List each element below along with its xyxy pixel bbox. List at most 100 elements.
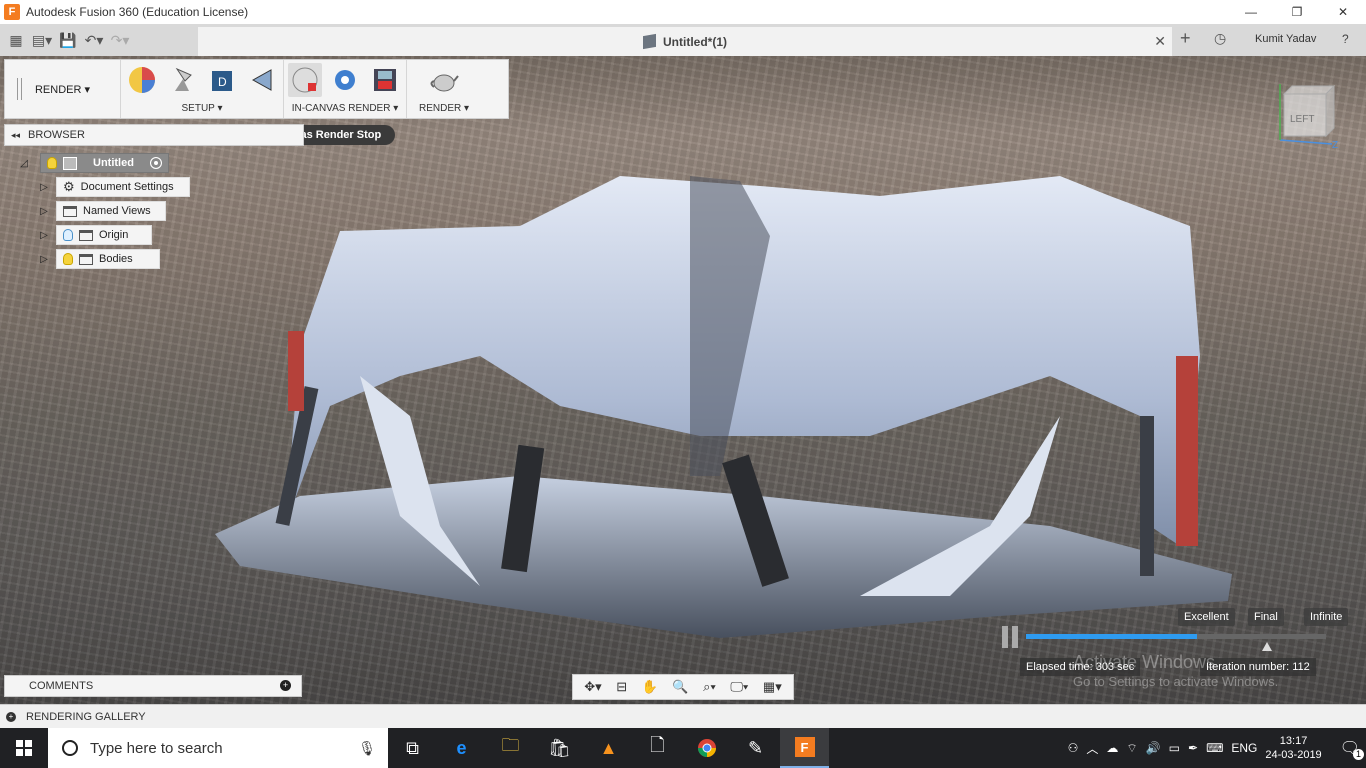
activate-radio-icon[interactable] — [149, 157, 162, 169]
folder-icon — [63, 205, 77, 217]
quality-final[interactable]: Final — [1248, 608, 1284, 626]
root-component[interactable]: Untitled — [40, 153, 169, 173]
clock-time: 13:17 — [1279, 735, 1308, 747]
document-tabbar: ▦ ▤▾ 💾 ↶▾ ↷▾ Untitled*(1) ✕ + ◷ Kumit Ya… — [0, 24, 1366, 56]
new-tab-button[interactable]: + — [1180, 28, 1191, 49]
tree-item-named-views: ▷ Named Views — [38, 201, 166, 221]
task-view-icon[interactable]: ⧉ — [388, 728, 437, 768]
quality-slider-handle[interactable] — [1262, 642, 1272, 651]
fusion360-taskbar-icon[interactable]: F — [780, 728, 829, 768]
display-settings-icon[interactable]: 🖵▾ — [730, 679, 748, 695]
setup-menu[interactable]: SETUP ▾ — [121, 100, 283, 118]
expand-gallery-icon[interactable]: + — [6, 711, 16, 722]
capture-image-icon[interactable] — [368, 63, 402, 97]
visibility-bulb-icon[interactable] — [63, 253, 73, 265]
tree-item-document-settings: ▷ ⚙ Document Settings — [38, 177, 190, 197]
keyboard-icon[interactable]: ⌨ — [1206, 741, 1223, 755]
store-icon[interactable]: 🛍 — [535, 728, 584, 768]
support-pillar — [1140, 416, 1154, 576]
close-window-button[interactable]: ✕ — [1320, 0, 1366, 24]
edge-browser-icon[interactable]: e — [437, 728, 486, 768]
expand-triangle-icon[interactable]: ▷ — [38, 230, 50, 241]
watermark-line2: Go to Settings to activate Windows. — [1073, 674, 1279, 689]
people-icon[interactable]: ⚇ — [1068, 741, 1079, 755]
tree-item-label: Origin — [99, 229, 129, 241]
close-tab-icon[interactable]: ✕ — [1154, 33, 1166, 50]
expand-triangle-icon[interactable]: ▷ — [38, 182, 50, 193]
tree-item-label: Bodies — [99, 253, 133, 265]
pencil-app-icon[interactable]: ✎ — [731, 728, 780, 768]
vlc-icon[interactable]: ▲ — [584, 728, 633, 768]
visibility-bulb-icon[interactable] — [63, 229, 73, 241]
maximize-button[interactable]: ❐ — [1274, 0, 1320, 24]
volume-icon[interactable]: 🔊 — [1146, 741, 1161, 755]
grid-settings-icon[interactable]: ▦▾ — [763, 679, 782, 695]
visibility-bulb-icon[interactable] — [47, 157, 57, 169]
scene-settings-lamp-icon[interactable] — [165, 63, 199, 97]
render-group: RENDER ▾ — [407, 60, 481, 118]
bodies-node[interactable]: Bodies — [56, 249, 160, 269]
battery-icon[interactable]: ▭ — [1169, 741, 1180, 755]
undo-icon[interactable]: ↶▾ — [81, 27, 107, 53]
quality-infinite[interactable]: Infinite — [1304, 608, 1349, 626]
expand-triangle-icon[interactable]: ▷ — [38, 206, 50, 217]
chrome-icon[interactable] — [682, 728, 731, 768]
quality-excellent[interactable]: Excellent — [1178, 608, 1235, 626]
pen-icon[interactable]: ✒ — [1188, 741, 1198, 755]
appearance-icon[interactable] — [125, 63, 159, 97]
texture-map-icon[interactable] — [245, 63, 279, 97]
job-status-clock-icon[interactable]: ◷ — [1214, 30, 1226, 47]
show-hidden-icons-chevron-icon[interactable]: ︿ — [1086, 740, 1098, 757]
render-teapot-icon[interactable] — [427, 63, 461, 97]
microphone-icon[interactable]: 🎙 — [358, 740, 376, 757]
save-icon[interactable]: 💾 — [55, 27, 81, 53]
pan-hand-icon[interactable]: ✋ — [642, 679, 658, 695]
in-canvas-render-stop-icon[interactable] — [288, 63, 322, 97]
pause-render-button[interactable] — [1002, 626, 1020, 648]
language-indicator[interactable]: ENG — [1231, 741, 1257, 755]
comments-label: COMMENTS — [29, 680, 94, 692]
tree-item-label: Named Views — [83, 205, 151, 217]
user-account[interactable]: Kumit Yadav — [1255, 33, 1316, 45]
expand-triangle-icon[interactable]: ▷ — [38, 254, 50, 265]
clock[interactable]: 13:17 24-03-2019 — [1265, 734, 1321, 762]
collapse-browser-icon[interactable]: ◂◂ — [11, 130, 20, 141]
minimize-button[interactable]: — — [1228, 0, 1274, 24]
collapse-triangle-icon[interactable]: ◿ — [18, 158, 30, 169]
named-views-node[interactable]: Named Views — [56, 201, 166, 221]
rendering-gallery-bar[interactable]: + RENDERING GALLERY — [0, 704, 1366, 728]
file-explorer-icon[interactable]: 🗀 — [486, 728, 535, 768]
start-windows-icon[interactable] — [0, 728, 48, 768]
document-settings-node[interactable]: ⚙ Document Settings — [56, 177, 190, 197]
taskbar-search-input[interactable]: Type here to search 🎙 — [48, 728, 388, 768]
comments-panel[interactable]: COMMENTS + — [4, 675, 302, 697]
action-center-icon[interactable]: 🗨 1 — [1340, 738, 1364, 760]
search-placeholder: Type here to search — [90, 739, 223, 757]
in-canvas-render-menu[interactable]: IN-CANVAS RENDER ▾ — [284, 100, 406, 118]
origin-node[interactable]: Origin — [56, 225, 152, 245]
onedrive-cloud-icon[interactable]: ☁ — [1106, 741, 1118, 755]
browser-panel-header[interactable]: ◂◂ BROWSER — [4, 124, 304, 146]
workspace-switcher[interactable]: RENDER ▾ — [5, 60, 121, 118]
add-comment-icon[interactable]: + — [280, 680, 291, 691]
toolbar-grip — [17, 78, 22, 100]
tree-item-origin: ▷ Origin — [38, 225, 152, 245]
data-panel-grid-icon[interactable]: ▦ — [3, 27, 29, 53]
tab-untitled[interactable]: Untitled*(1) ✕ — [198, 27, 1172, 56]
help-button[interactable]: ? — [1342, 32, 1349, 46]
view-cube[interactable]: LEFT Z — [1274, 80, 1338, 148]
document-file-icon[interactable]: 🗋 — [633, 728, 682, 768]
look-at-icon[interactable]: ⊟ — [616, 679, 627, 695]
redo-icon[interactable]: ↷▾ — [107, 27, 133, 53]
cortana-circle-icon — [62, 740, 78, 756]
decal-icon[interactable]: D — [205, 63, 239, 97]
render-menu[interactable]: RENDER ▾ — [407, 100, 481, 118]
activation-watermark: Activate Windows Go to Settings to activ… — [1073, 652, 1278, 692]
fit-zoom-icon[interactable]: ⌕▾ — [703, 679, 716, 695]
network-icon[interactable]: ⌔ — [1126, 741, 1137, 756]
zoom-icon[interactable]: 🔍 — [672, 679, 688, 695]
in-canvas-render-settings-gear-icon[interactable] — [328, 63, 362, 97]
svg-text:D: D — [218, 75, 227, 89]
orbit-icon[interactable]: ✥▾ — [584, 679, 601, 695]
file-menu-icon[interactable]: ▤▾ — [29, 27, 55, 53]
